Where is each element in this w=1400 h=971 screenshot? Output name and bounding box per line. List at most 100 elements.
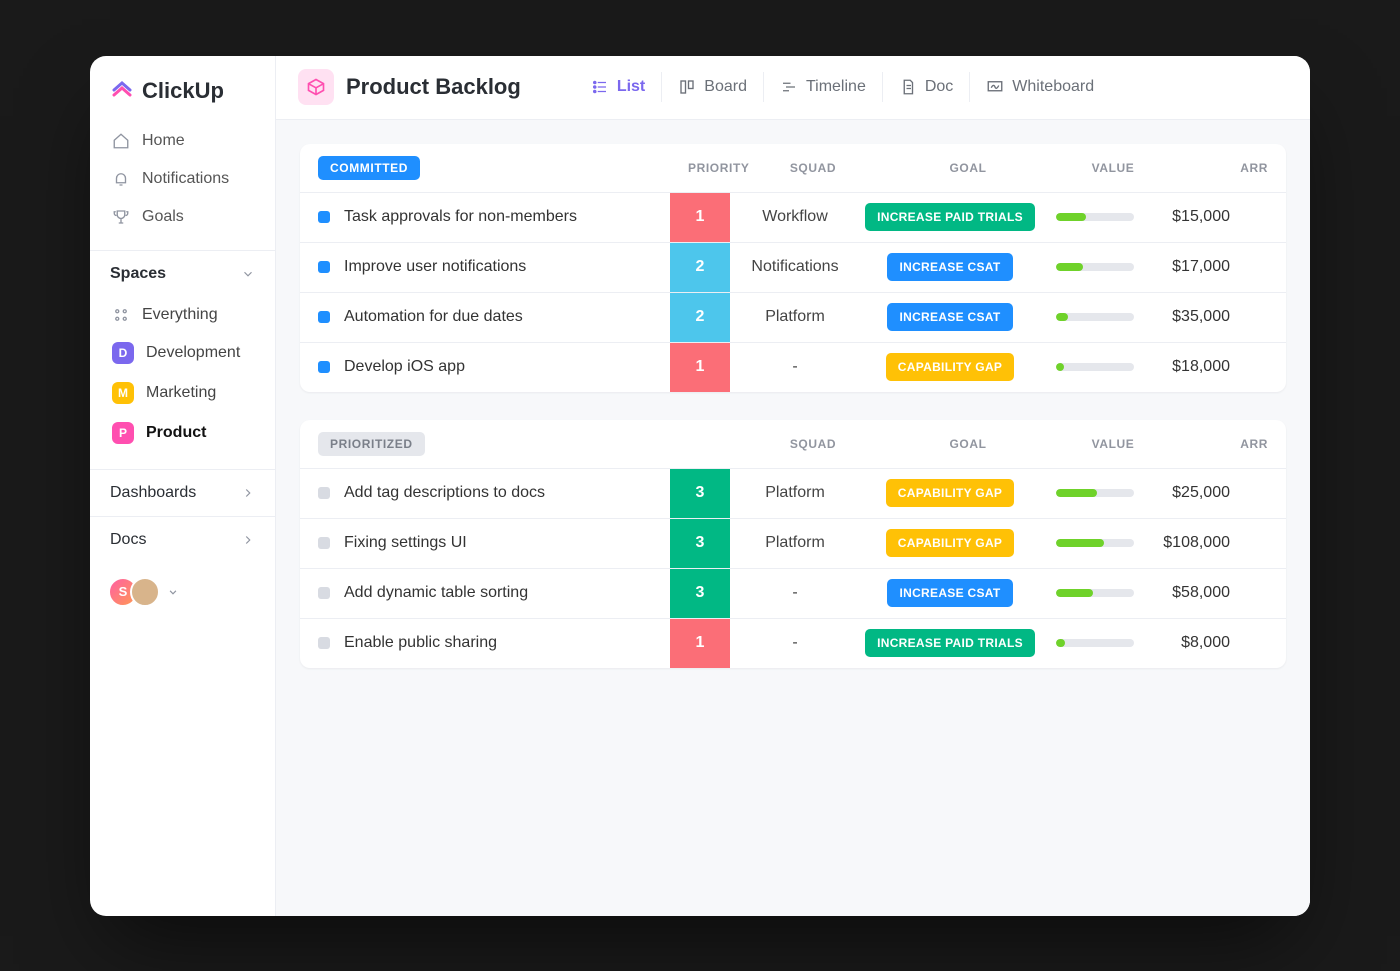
brand-text: ClickUp [142,78,224,104]
goal-cell[interactable]: CAPABILITY GAP [860,479,1040,507]
box-icon [298,69,334,105]
view-timeline[interactable]: Timeline [763,72,882,102]
task-title-cell: Enable public sharing [300,634,670,652]
goal-cell[interactable]: INCREASE CSAT [860,253,1040,281]
squad-cell[interactable]: - [730,634,860,652]
squad-cell[interactable]: - [730,584,860,602]
task-row[interactable]: Task approvals for non-members1WorkflowI… [300,192,1286,242]
col-goal: GOAL [878,437,1058,451]
view-switcher: List Board Timeline Doc Whiteboard [575,72,1110,102]
home-icon [112,132,130,150]
task-row[interactable]: Fixing settings UI 3PlatformCAPABILITY GA… [300,518,1286,568]
content-area: COMMITTEDPRIORITYSQUADGOALVALUEARRTask a… [276,120,1310,916]
status-dot [318,361,330,373]
task-title: Fixing settings UI [344,534,467,552]
status-dot [318,587,330,599]
task-title-cell: Add tag descriptions to docs [300,484,670,502]
status-dot [318,261,330,273]
whiteboard-icon [986,78,1004,96]
view-board[interactable]: Board [661,72,763,102]
goal-cell[interactable]: CAPABILITY GAP [860,529,1040,557]
priority-cell[interactable]: 1 [670,619,730,668]
arr-cell: $108,000 [1150,534,1250,552]
task-row[interactable]: Add dynamic table sorting3-INCREASE CSAT… [300,568,1286,618]
squad-cell[interactable]: Notifications [730,258,860,276]
doc-icon [899,78,917,96]
value-cell [1040,213,1150,221]
goal-cell[interactable]: INCREASE CSAT [860,579,1040,607]
view-doc[interactable]: Doc [882,72,969,102]
sidebar-row-label: Dashboards [110,484,196,502]
space-marketing[interactable]: M Marketing [104,373,261,413]
arr-cell: $25,000 [1150,484,1250,502]
priority-cell[interactable]: 2 [670,243,730,292]
page-title: Product Backlog [298,69,521,105]
view-whiteboard[interactable]: Whiteboard [969,72,1110,102]
progress-bar [1056,363,1134,371]
squad-cell[interactable]: Workflow [730,208,860,226]
goal-cell[interactable]: INCREASE PAID TRIALS [860,629,1040,657]
task-title: Add tag descriptions to docs [344,484,545,502]
task-row[interactable]: Automation for due dates2PlatformINCREAS… [300,292,1286,342]
space-development[interactable]: D Development [104,333,261,373]
bell-icon [112,170,130,188]
chevron-right-icon [241,486,255,500]
task-group: COMMITTEDPRIORITYSQUADGOALVALUEARRTask a… [300,144,1286,392]
col-arr: ARR [1168,437,1268,451]
nav-home[interactable]: Home [104,122,261,160]
sidebar: ClickUp Home Notifications Goals Spaces [90,56,276,916]
space-badge: M [112,382,134,404]
progress-bar [1056,539,1134,547]
topbar: Product Backlog List Board Timeline Doc [276,56,1310,120]
nav-goals[interactable]: Goals [104,198,261,236]
clickup-icon [110,79,134,103]
sidebar-dashboards[interactable]: Dashboards [90,469,275,516]
task-group: PRIORITIZEDSQUADGOALVALUEARRAdd tag desc… [300,420,1286,668]
priority-cell[interactable]: 1 [670,193,730,242]
task-title-cell: Improve user notifications [300,258,670,276]
value-cell [1040,363,1150,371]
space-badge: P [112,422,134,444]
space-everything[interactable]: Everything [104,297,261,333]
squad-cell[interactable]: Platform [730,484,860,502]
col-value: VALUE [1058,437,1168,451]
goal-cell[interactable]: INCREASE PAID TRIALS [860,203,1040,231]
value-cell [1040,313,1150,321]
brand-logo[interactable]: ClickUp [90,56,275,122]
view-label: Doc [925,78,953,96]
nav-notifications[interactable]: Notifications [104,160,261,198]
priority-cell[interactable]: 3 [670,569,730,618]
priority-cell[interactable]: 3 [670,469,730,518]
user-avatars[interactable]: S [90,563,275,621]
squad-cell[interactable]: Platform [730,534,860,552]
task-row[interactable]: Add tag descriptions to docs 3PlatformCAP… [300,468,1286,518]
goal-cell[interactable]: CAPABILITY GAP [860,353,1040,381]
task-row[interactable]: Enable public sharing1-INCREASE PAID TRI… [300,618,1286,668]
task-row[interactable]: Improve user notifications2Notifications… [300,242,1286,292]
goal-chip: CAPABILITY GAP [886,353,1014,381]
squad-cell[interactable]: Platform [730,308,860,326]
view-list[interactable]: List [575,72,661,102]
goal-cell[interactable]: INCREASE CSAT [860,303,1040,331]
priority-cell[interactable]: 3 [670,519,730,568]
col-arr: ARR [1168,161,1268,175]
list-icon [591,78,609,96]
squad-cell[interactable]: - [730,358,860,376]
col-value: VALUE [1058,161,1168,175]
goal-chip: INCREASE CSAT [887,579,1012,607]
space-label: Marketing [146,384,216,402]
status-dot [318,537,330,549]
task-row[interactable]: Develop iOS app1-CAPABILITY GAP$18,000 [300,342,1286,392]
spaces-header[interactable]: Spaces [90,250,275,293]
status-chip[interactable]: COMMITTED [318,156,420,180]
priority-cell[interactable]: 1 [670,343,730,392]
priority-cell[interactable]: 2 [670,293,730,342]
view-label: Board [704,78,747,96]
sidebar-docs[interactable]: Docs [90,516,275,563]
status-chip[interactable]: PRIORITIZED [318,432,425,456]
chevron-down-icon [241,267,255,281]
col-squad: SQUAD [748,161,878,175]
space-product[interactable]: P Product [104,413,261,453]
col-priority: PRIORITY [688,161,748,175]
arr-cell: $8,000 [1150,634,1250,652]
